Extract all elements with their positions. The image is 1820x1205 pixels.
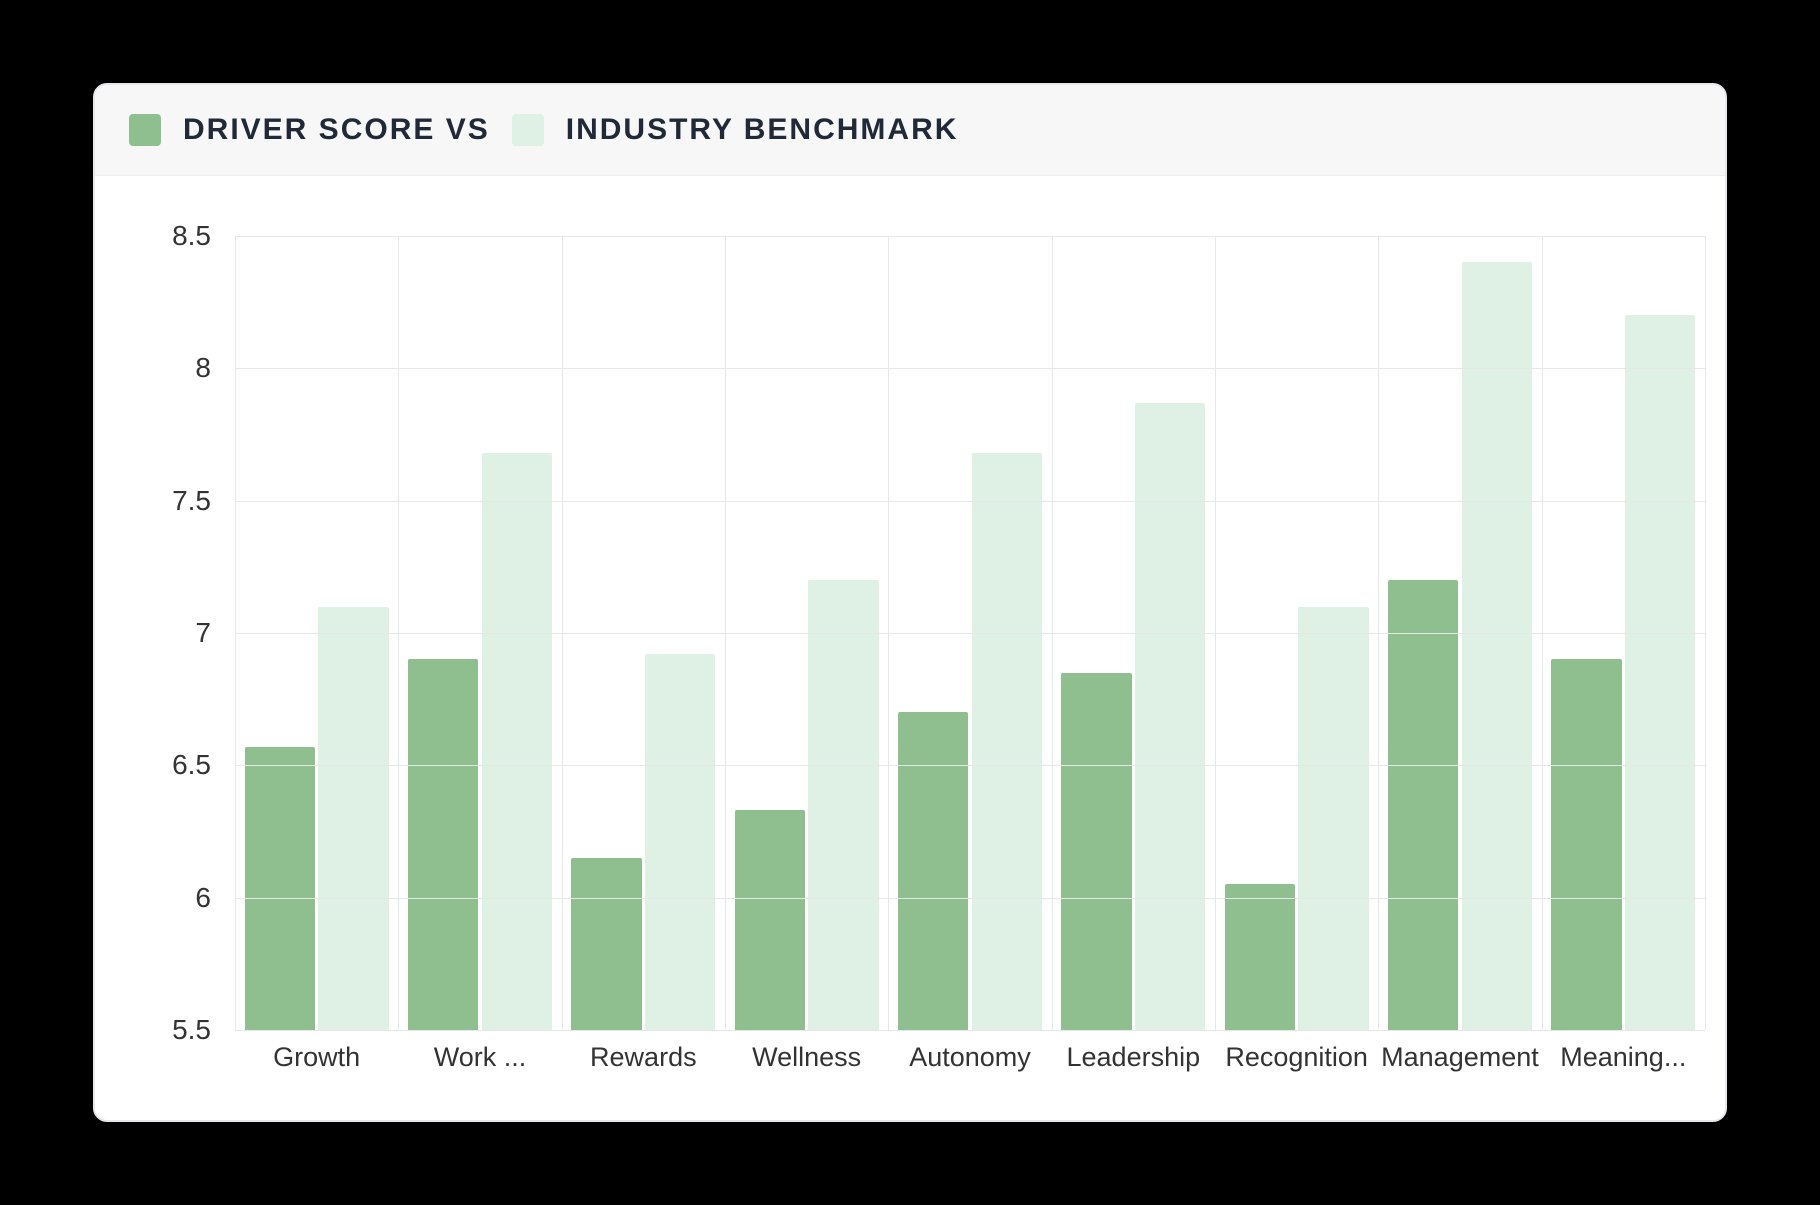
chart-area: 5.5 6 6.5 7 7.5 8 8.5 GrowthWork ...RewardsWel… (95, 176, 1725, 1120)
bar-driver (898, 712, 968, 1030)
y-tick-label: 8.5 (172, 220, 211, 252)
x-tick-label: Recognition (1215, 1030, 1378, 1090)
y-tick-label: 8 (195, 352, 211, 384)
bar-benchmark (318, 607, 388, 1030)
bar-driver (245, 747, 315, 1030)
bar-benchmark (808, 580, 878, 1030)
bar-driver (1388, 580, 1458, 1030)
bar-driver (408, 659, 478, 1030)
y-tick-label: 5.5 (172, 1014, 211, 1046)
legend-swatch-benchmark (512, 114, 544, 146)
x-tick-label: Management (1378, 1030, 1541, 1090)
gridline (235, 368, 1705, 369)
y-tick-label: 7.5 (172, 485, 211, 517)
bar-driver (1551, 659, 1621, 1030)
gridline-vertical (398, 236, 399, 1030)
y-tick-label: 6 (195, 882, 211, 914)
plot-grid (235, 236, 1705, 1030)
gridline (235, 501, 1705, 502)
bar-benchmark (972, 453, 1042, 1030)
gridline-vertical (562, 236, 563, 1030)
bar-benchmark (645, 654, 715, 1030)
gridline (235, 633, 1705, 634)
gridline-vertical (1215, 236, 1216, 1030)
y-tick-label: 7 (195, 617, 211, 649)
gridline (235, 898, 1705, 899)
bar-driver (1061, 673, 1131, 1030)
legend-bar: DRIVER SCORE VS INDUSTRY BENCHMARK (95, 85, 1725, 176)
legend-swatch-driver (129, 114, 161, 146)
gridline (235, 236, 1705, 237)
y-axis-labels: 5.566.577.588.5 (115, 236, 225, 1030)
x-tick-label: Wellness (725, 1030, 888, 1090)
x-tick-label: Growth (235, 1030, 398, 1090)
bar-benchmark (1135, 403, 1205, 1030)
gridline-vertical (725, 236, 726, 1030)
bar-benchmark (1625, 315, 1695, 1030)
x-axis-labels: GrowthWork ...RewardsWellnessAutonomyLea… (235, 1030, 1705, 1090)
bar-driver (735, 810, 805, 1030)
gridline-vertical (235, 236, 236, 1030)
legend-label-driver: DRIVER SCORE VS (183, 113, 490, 147)
legend-label-benchmark: INDUSTRY BENCHMARK (566, 113, 959, 147)
chart-card: DRIVER SCORE VS INDUSTRY BENCHMARK 5.5 6 6… (93, 83, 1727, 1122)
x-tick-label: Rewards (562, 1030, 725, 1090)
gridline-vertical (1378, 236, 1379, 1030)
bar-benchmark (1462, 262, 1532, 1030)
bar-driver (1225, 884, 1295, 1030)
gridline-vertical (888, 236, 889, 1030)
gridline (235, 765, 1705, 766)
bar-benchmark (482, 453, 552, 1030)
x-tick-label: Meaning... (1542, 1030, 1705, 1090)
x-tick-label: Work ... (398, 1030, 561, 1090)
x-tick-label: Leadership (1052, 1030, 1215, 1090)
x-tick-label: Autonomy (888, 1030, 1051, 1090)
bar-driver (571, 858, 641, 1030)
bar-benchmark (1298, 607, 1368, 1030)
gridline-vertical (1705, 236, 1706, 1030)
y-tick-label: 6.5 (172, 749, 211, 781)
gridline-vertical (1052, 236, 1053, 1030)
gridline-vertical (1542, 236, 1543, 1030)
